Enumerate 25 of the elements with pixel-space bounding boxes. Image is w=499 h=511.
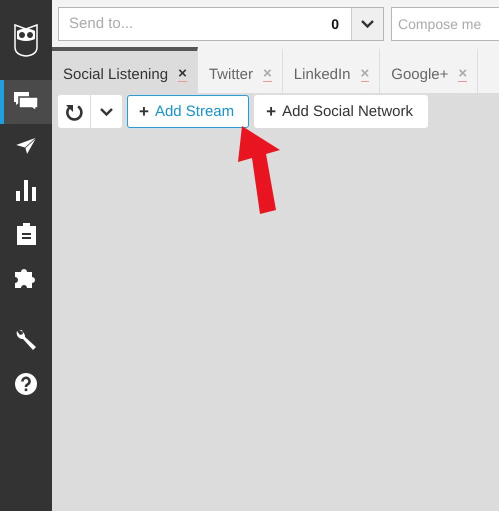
nav-item-highlight[interactable]: [0, 80, 52, 124]
refresh-icon: [65, 102, 83, 120]
button-label: Add Stream: [154, 103, 234, 120]
wrench-icon[interactable]: [15, 329, 37, 351]
button-label: Add Social Network: [282, 103, 413, 120]
help-icon[interactable]: [15, 373, 37, 395]
recipient-count: 0: [331, 16, 340, 32]
compose-field[interactable]: Compose me: [391, 6, 499, 40]
puzzle-icon[interactable]: [15, 267, 37, 289]
chevron-down-icon: [100, 108, 113, 116]
bar-chart-icon[interactable]: [16, 180, 36, 200]
plus-icon: +: [266, 102, 276, 122]
chevron-down-icon: [361, 20, 374, 28]
clipboard-icon[interactable]: [16, 223, 36, 245]
paper-plane-icon[interactable]: [15, 137, 37, 155]
add-stream-button[interactable]: + Add Stream: [127, 95, 250, 128]
plus-icon: +: [139, 102, 149, 122]
owl-logo-icon[interactable]: [13, 23, 39, 57]
tab[interactable]: Social Listening ×: [52, 47, 198, 93]
send-to-box[interactable]: Send to... 0: [58, 6, 384, 40]
add-social-network-button[interactable]: + Add Social Network: [254, 95, 428, 128]
dropdown-button[interactable]: [351, 8, 383, 40]
options-button[interactable]: [90, 95, 122, 128]
chat-bubbles-icon[interactable]: [14, 92, 38, 112]
send-to-field[interactable]: Send to...: [59, 8, 332, 40]
